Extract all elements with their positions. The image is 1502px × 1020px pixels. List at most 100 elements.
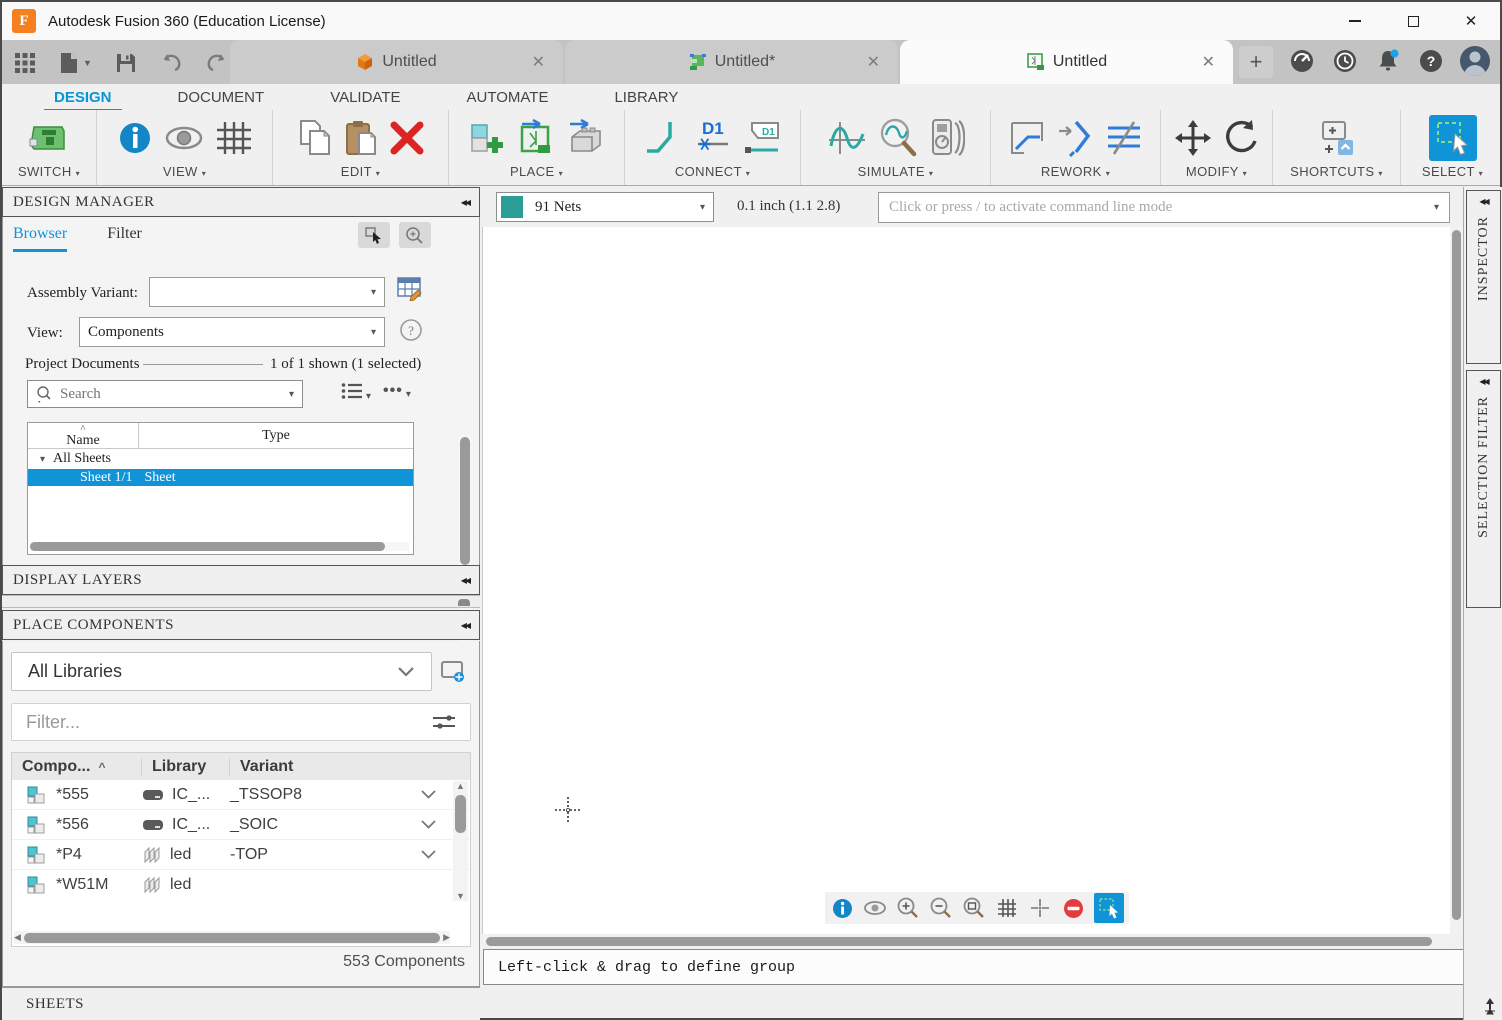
group-label-shortcuts[interactable]: SHORTCUTS ▾ — [1290, 164, 1383, 179]
collapse-right-icon[interactable]: ◀◀ — [1479, 377, 1487, 386]
stop-restrict-icon[interactable] — [1061, 896, 1085, 920]
notifications-bell-icon[interactable] — [1374, 48, 1401, 75]
group-label-rework[interactable]: REWORK ▾ — [1041, 164, 1110, 179]
simulate-sine-icon[interactable] — [827, 118, 867, 158]
design-manager-header[interactable]: DESIGN MANAGER ◀◀ — [2, 187, 480, 217]
display-layers-header[interactable]: DISPLAY LAYERS ◀◀ — [2, 565, 480, 595]
search-input[interactable] — [60, 386, 281, 403]
variant-chevron-icon[interactable] — [421, 790, 436, 799]
place-schematic-icon[interactable] — [516, 119, 556, 157]
command-line-input[interactable] — [889, 199, 1434, 216]
rotate-icon[interactable] — [1222, 119, 1260, 157]
rework-arrow-icon[interactable] — [1056, 119, 1094, 157]
recent-clock-icon[interactable] — [1331, 48, 1358, 75]
collapse-right-icon[interactable]: ◀◀ — [1479, 197, 1487, 206]
column-header-component[interactable]: Compo...^ — [12, 758, 142, 776]
group-label-view[interactable]: VIEW ▾ — [163, 164, 206, 179]
menu-validate[interactable]: VALIDATE — [326, 86, 404, 109]
zoom-out-icon[interactable] — [929, 896, 953, 920]
dock-pin-icon[interactable] — [1482, 997, 1498, 1015]
group-label-modify[interactable]: MODIFY ▾ — [1186, 164, 1247, 179]
scroll-down-icon[interactable]: ▼ — [456, 891, 465, 901]
menu-design[interactable]: DESIGN — [50, 86, 116, 109]
inspector-panel[interactable]: ◀◀ INSPECTOR — [1466, 190, 1501, 364]
save-icon[interactable] — [116, 53, 136, 73]
examine-icon[interactable] — [877, 117, 919, 159]
app-grid-icon[interactable] — [14, 52, 36, 74]
undo-icon[interactable] — [160, 53, 182, 73]
group-label-select[interactable]: SELECT ▾ — [1422, 164, 1483, 179]
menu-automate[interactable]: AUTOMATE — [463, 86, 553, 109]
menu-document[interactable]: DOCUMENT — [174, 86, 269, 109]
tree-expand-icon[interactable]: ▾ — [40, 454, 45, 465]
eye-icon[interactable] — [163, 123, 205, 153]
grid-settings-icon[interactable] — [215, 120, 253, 156]
tab-browser[interactable]: Browser — [13, 225, 67, 252]
sheets-panel-header[interactable]: SHEETS — [2, 986, 480, 1020]
search-dropdown-icon[interactable]: ▾ — [289, 389, 294, 400]
variant-table-icon[interactable] — [397, 275, 423, 301]
wire-icon[interactable] — [644, 118, 684, 158]
group-label-switch[interactable]: SWITCH ▾ — [18, 164, 80, 179]
collapse-left-icon[interactable]: ◀◀ — [461, 621, 469, 630]
selection-filter-panel[interactable]: ◀◀ SELECTION FILTER — [1466, 370, 1501, 608]
variant-chevron-icon[interactable] — [421, 820, 436, 829]
library-settings-button[interactable] — [440, 658, 466, 684]
more-options-button[interactable]: ••• ▾ — [383, 382, 411, 400]
minimize-button[interactable] — [1326, 2, 1384, 40]
zoom-selected-button[interactable] — [399, 222, 431, 248]
column-header-library[interactable]: Library — [142, 758, 230, 776]
command-line[interactable]: ▾ — [878, 192, 1450, 223]
column-header-name[interactable]: ^Name — [28, 423, 138, 448]
tab-untitled-2[interactable]: Untitled* ✕ — [565, 40, 898, 84]
place-components-header[interactable]: PLACE COMPONENTS ◀◀ — [2, 610, 480, 640]
paste-icon[interactable] — [343, 119, 379, 157]
component-table-hscrollbar[interactable]: ◀ ▶ — [14, 931, 450, 944]
origin-crosshair-icon[interactable] — [1028, 896, 1052, 920]
group-label-place[interactable]: PLACE ▾ — [510, 164, 563, 179]
info-icon[interactable] — [117, 120, 153, 156]
meander-icon[interactable] — [1104, 119, 1144, 157]
select-mode-button[interactable] — [1094, 893, 1124, 923]
panel-splitter[interactable] — [2, 595, 480, 608]
tab-filter[interactable]: Filter — [107, 225, 142, 252]
nets-dropdown[interactable]: 91 Nets ▾ — [496, 192, 714, 222]
component-row[interactable]: *P4 led -TOP — [12, 840, 470, 870]
multimeter-icon[interactable] — [929, 117, 965, 159]
command-history-icon[interactable]: ▾ — [1434, 202, 1439, 213]
component-row[interactable]: *W51M led — [12, 870, 470, 900]
splitter-handle[interactable] — [458, 599, 470, 606]
tab-close-icon[interactable]: ✕ — [1202, 52, 1215, 72]
scroll-right-icon[interactable]: ▶ — [443, 932, 450, 943]
collapse-left-icon[interactable]: ◀◀ — [461, 198, 469, 207]
net-name-icon[interactable]: D1 — [694, 118, 732, 158]
move-icon[interactable] — [1174, 119, 1212, 157]
tab-close-icon[interactable]: ✕ — [532, 52, 545, 72]
eye-icon[interactable] — [863, 896, 887, 920]
tree-hscrollbar[interactable] — [30, 542, 409, 551]
assembly-variant-select[interactable]: ▾ — [149, 277, 385, 307]
search-box[interactable]: ▾ — [27, 380, 303, 408]
delete-icon[interactable] — [389, 120, 425, 156]
canvas-vscrollbar[interactable] — [1450, 227, 1463, 934]
collapse-left-icon[interactable]: ◀◀ — [461, 576, 469, 585]
redo-icon[interactable] — [206, 53, 228, 73]
group-label-edit[interactable]: EDIT ▾ — [341, 164, 380, 179]
shortcuts-icon[interactable] — [1317, 118, 1357, 158]
place-device-icon[interactable] — [566, 119, 606, 157]
maximize-button[interactable] — [1384, 2, 1442, 40]
grid-icon[interactable] — [995, 896, 1019, 920]
tree-root-all-sheets[interactable]: ▾ All Sheets — [28, 449, 413, 469]
close-button[interactable]: ✕ — [1442, 2, 1500, 40]
view-help-icon[interactable]: ? — [399, 318, 423, 342]
component-table-vscrollbar[interactable]: ▲ ▼ — [453, 781, 468, 901]
select-tool-button[interactable] — [1429, 115, 1477, 161]
copy-icon[interactable] — [297, 119, 333, 157]
library-selector[interactable]: All Libraries — [11, 652, 432, 691]
label-icon[interactable]: D1 — [742, 118, 782, 158]
component-filter-box[interactable] — [11, 703, 471, 741]
column-header-variant[interactable]: Variant — [230, 758, 470, 776]
tab-untitled-1[interactable]: Untitled ✕ — [230, 40, 563, 84]
group-label-connect[interactable]: CONNECT ▾ — [675, 164, 750, 179]
job-status-icon[interactable] — [1288, 48, 1315, 75]
